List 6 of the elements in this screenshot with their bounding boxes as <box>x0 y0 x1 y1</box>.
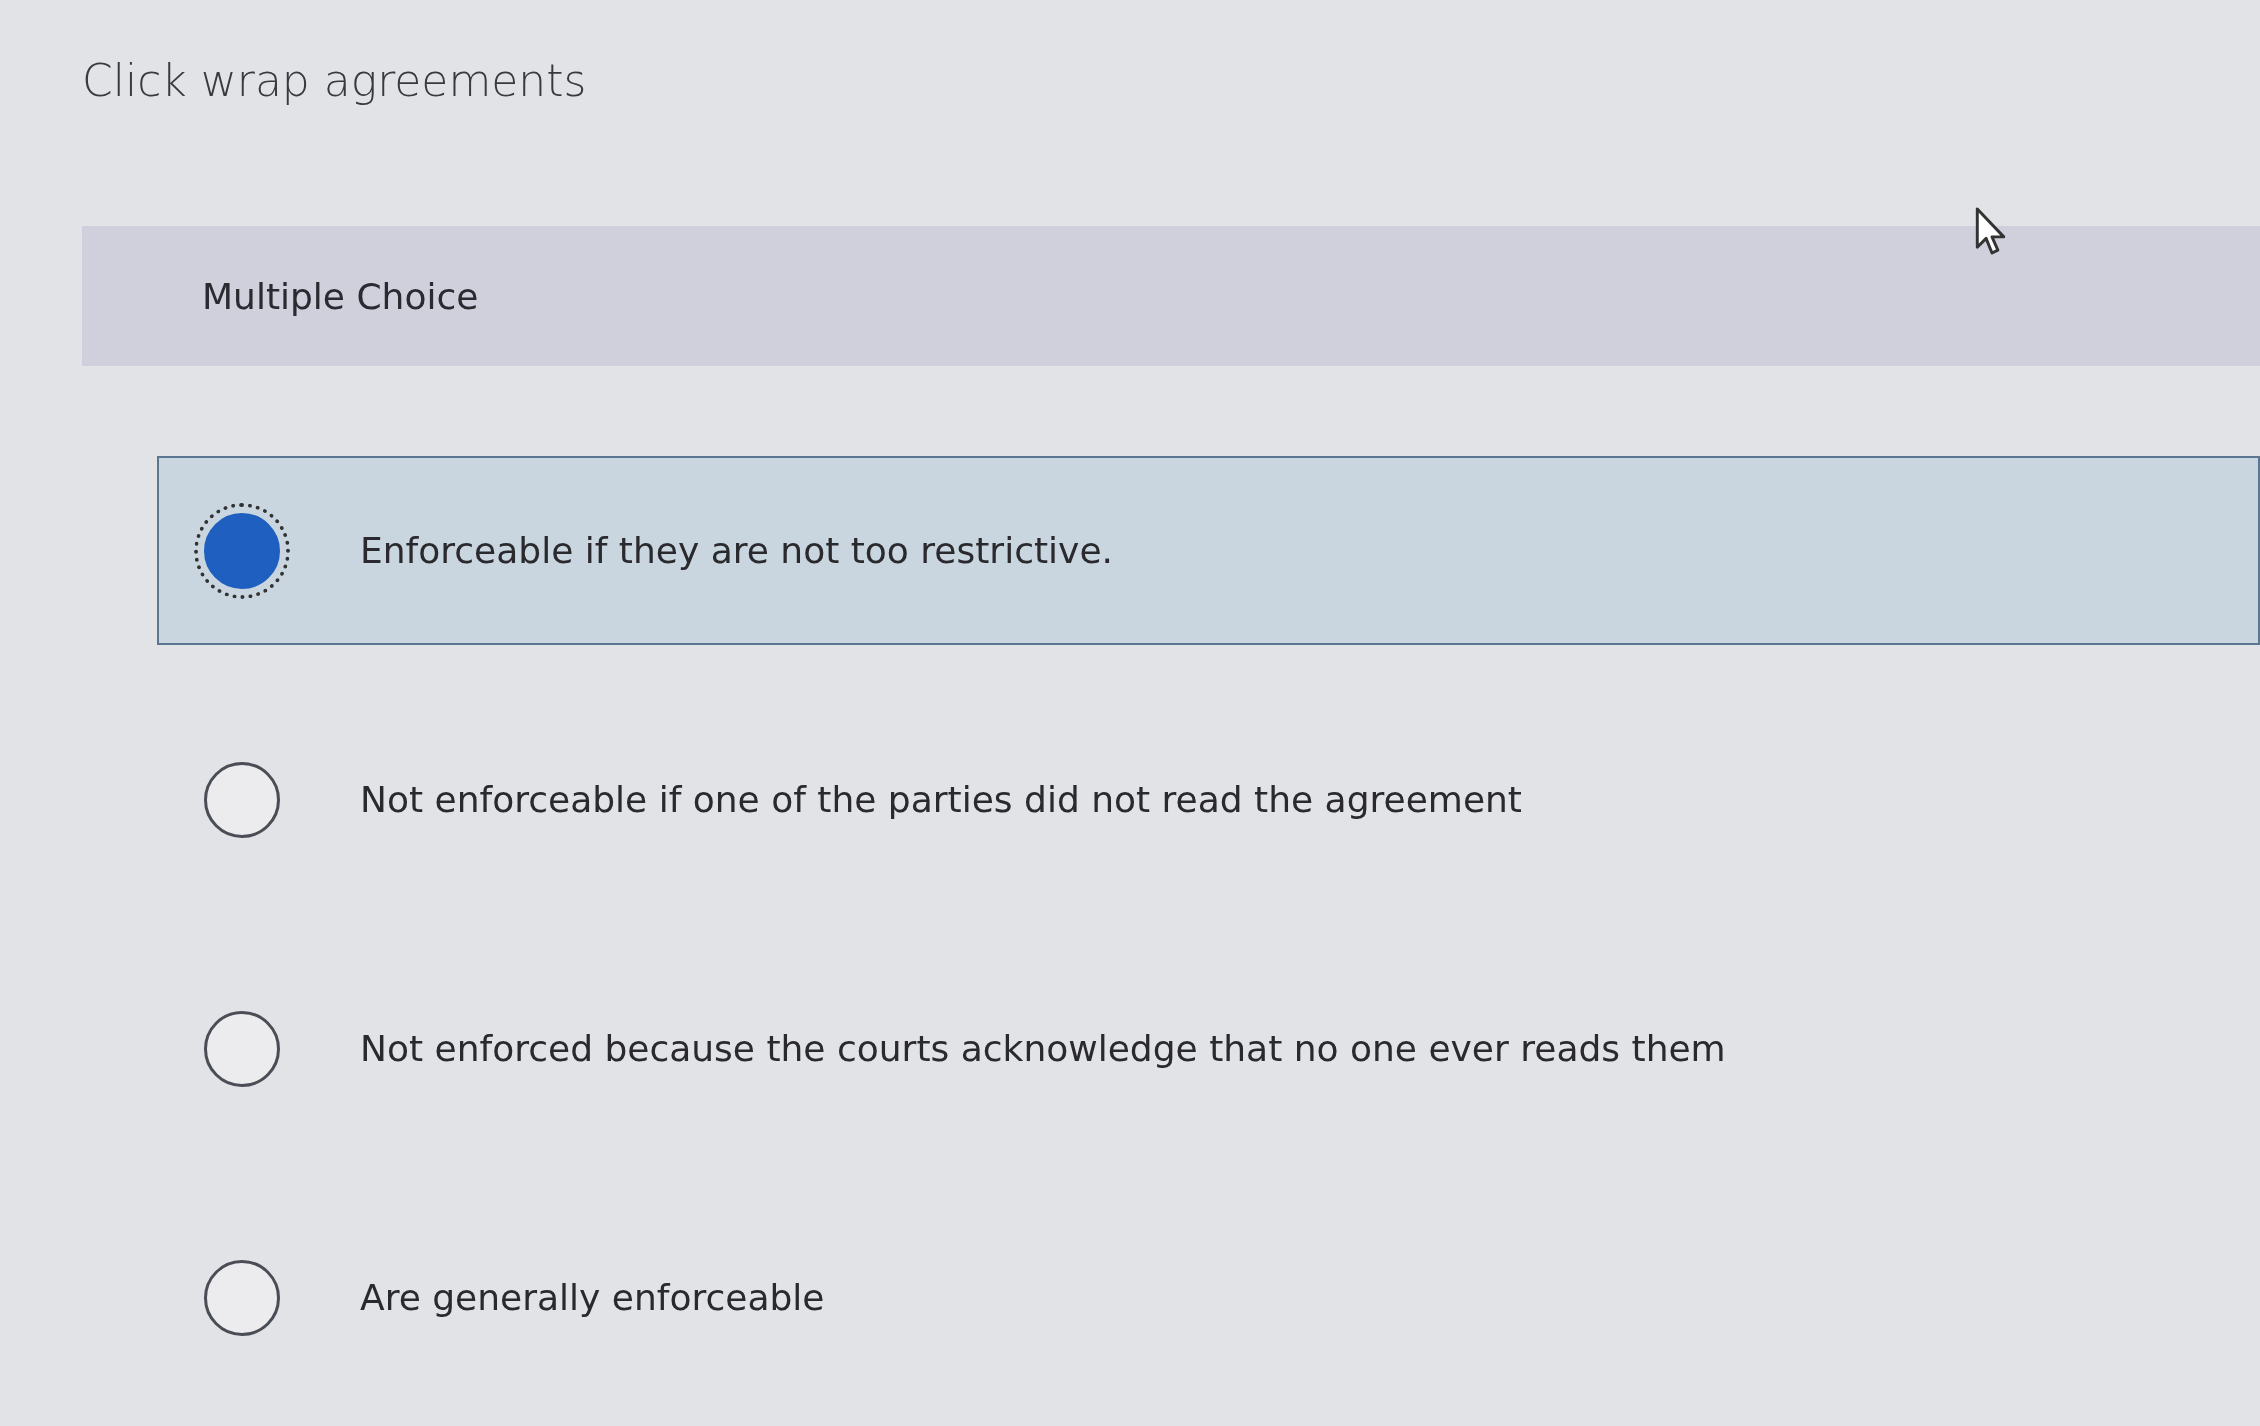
answer-option[interactable]: Not enforced because the courts acknowledge that no one ever reads them <box>157 954 2260 1143</box>
page-title: Click wrap agreements <box>82 55 588 106</box>
question-type-label: Multiple Choice <box>202 275 479 317</box>
answer-option[interactable]: Not enforceable if one of the parties did not read the agreement <box>157 705 2260 894</box>
answer-option[interactable]: Enforceable if they are not too restrictive. <box>157 456 2260 645</box>
answer-option[interactable]: Are generally enforceable <box>157 1203 2260 1392</box>
